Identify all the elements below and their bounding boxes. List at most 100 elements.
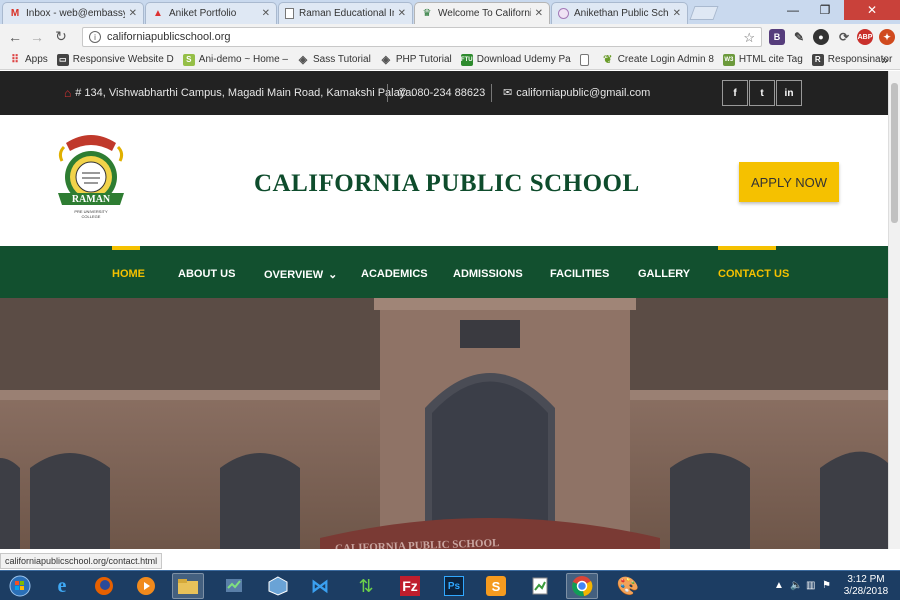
bookmark-php[interactable]: ◈ PHP Tutorial <box>380 54 452 66</box>
bookmark-html-cite[interactable]: W3 HTML cite Tag <box>722 53 803 66</box>
filezilla-icon[interactable]: Fz <box>394 573 426 599</box>
nav-contact-us[interactable]: CONTACT US <box>718 268 789 280</box>
file-explorer-icon[interactable] <box>172 573 204 599</box>
window-close-icon[interactable]: ✕ <box>844 0 900 20</box>
circle-logo-icon <box>558 8 569 19</box>
bookmark-ani-demo[interactable]: S Ani-demo ~ Home – <box>182 53 288 66</box>
phone-info[interactable]: ✆ 080-234 88623 <box>398 86 485 100</box>
apply-now-button[interactable]: APPLY NOW <box>739 162 839 202</box>
photoshop-icon[interactable]: Ps <box>438 573 470 599</box>
address-info: ⌂ # 134, Vishwabharthi Campus, Magadi Ma… <box>64 86 414 100</box>
action-center-flag-icon[interactable]: ⚑ <box>822 580 831 591</box>
bookmark-responsinator[interactable]: R Responsinator <box>811 53 892 66</box>
tab-gmail[interactable]: M Inbox - web@embassyit ✕ <box>2 2 144 24</box>
download-manager-icon[interactable]: ⇅ <box>350 573 382 599</box>
bookmark-apps[interactable]: ⠿ Apps <box>9 54 48 66</box>
start-button[interactable] <box>2 573 38 599</box>
tray-overflow-icon[interactable]: ▲ <box>774 580 784 591</box>
leaf-icon: ❦ <box>603 54 613 66</box>
nav-about-us[interactable]: ABOUT US <box>178 268 235 280</box>
close-icon[interactable]: ✕ <box>673 8 681 19</box>
close-icon[interactable]: ✕ <box>535 8 543 19</box>
system-clock[interactable]: 3:12 PM 3/28/2018 <box>836 574 896 598</box>
bookmark-udemy[interactable]: FTU Download Udemy Pa <box>460 53 571 66</box>
page-scrollbar[interactable] <box>888 71 900 549</box>
bookmark-login-admin[interactable]: ❦ Create Login Admin 8 <box>602 54 714 66</box>
task-manager-icon[interactable] <box>218 573 250 599</box>
volume-icon[interactable]: 🔈 <box>790 580 802 591</box>
chrome-icon[interactable] <box>566 573 598 599</box>
nav-facilities[interactable]: FACILITIES <box>550 268 609 280</box>
adblock-icon[interactable]: ABP <box>857 29 873 45</box>
twitter-icon[interactable]: t <box>749 80 775 106</box>
bookmark-label: PHP Tutorial <box>395 54 452 65</box>
eyedropper-extension-icon[interactable]: ✎ <box>791 29 807 45</box>
active-indicator <box>112 246 140 250</box>
site-header: RAMAN PRE UNIVERSITY COLLEGE CALIFORNIA … <box>0 115 888 246</box>
new-tab-button[interactable] <box>689 6 719 20</box>
refresh-extension-icon[interactable]: ⟳ <box>836 29 852 45</box>
browser-toolbar: ← → ↻ i californiapublicschool.org ☆ B ✎… <box>0 24 900 50</box>
maximize-icon[interactable]: ❐ <box>810 0 840 20</box>
bookmark-label: Download Udemy Pa <box>476 54 571 65</box>
school-name-heading: CALIFORNIA PUBLIC SCHOOL <box>254 170 640 197</box>
apps-grid-icon: ⠿ <box>10 54 20 66</box>
page-icon <box>579 53 589 66</box>
school-logo[interactable]: RAMAN PRE UNIVERSITY COLLEGE <box>52 133 130 232</box>
nav-home[interactable]: HOME <box>112 268 145 280</box>
info-icon[interactable]: i <box>89 31 101 43</box>
back-arrow-icon[interactable]: ← <box>6 28 24 46</box>
tab-raman[interactable]: Raman Educational Instit ✕ <box>278 2 413 24</box>
media-player-icon[interactable] <box>130 573 162 599</box>
email-info[interactable]: ✉ californiapublic@gmail.com <box>503 86 650 100</box>
close-icon[interactable]: ✕ <box>398 8 406 19</box>
tab-portfolio[interactable]: ▲ Aniket Portfolio ✕ <box>145 2 277 24</box>
tab-anikethan[interactable]: Anikethan Public School ✕ <box>551 2 688 24</box>
forward-arrow-icon[interactable]: → <box>28 28 46 46</box>
network-icon[interactable]: ▥ <box>806 580 815 591</box>
bookmark-label: Create Login Admin 8 <box>617 54 714 65</box>
dark-circle-extension-icon[interactable]: ● <box>813 29 829 45</box>
firefox-icon[interactable] <box>88 573 120 599</box>
extension-shield-icon[interactable]: ✦ <box>879 29 895 45</box>
nav-overview[interactable]: OVERVIEW ⌄ <box>264 268 337 281</box>
facebook-icon[interactable]: f <box>722 80 748 106</box>
browser-tab-bar: M Inbox - web@embassyit ✕ ▲ Aniket Portf… <box>0 0 900 24</box>
tab-california[interactable]: ♛ Welcome To California P ✕ <box>414 2 550 24</box>
bookmarks-bar: ⠿ Apps ▭ Responsive Website D S Ani-demo ~ … <box>0 50 900 70</box>
clock-date: 3/28/2018 <box>843 586 889 597</box>
address-bar[interactable]: i californiapublicschool.org ☆ <box>82 27 762 47</box>
scrollbar-thumb[interactable] <box>891 83 898 223</box>
vscode-icon[interactable]: ⋈ <box>304 573 336 599</box>
internet-explorer-icon[interactable]: e <box>46 573 78 599</box>
main-nav: HOME ABOUT US OVERVIEW ⌄ ACADEMICS ADMIS… <box>0 246 888 298</box>
bookmark-star-icon[interactable]: ☆ <box>743 30 755 46</box>
paint-icon[interactable]: 🎨 <box>612 573 644 599</box>
minimize-icon[interactable]: — <box>778 0 808 20</box>
close-icon[interactable]: ✕ <box>262 8 270 19</box>
bookmark-label: HTML cite Tag <box>738 54 803 65</box>
sublime-text-icon[interactable]: S <box>480 573 512 599</box>
bookmarks-overflow[interactable]: » <box>881 53 888 67</box>
virtualbox-icon[interactable] <box>262 573 294 599</box>
nav-academics[interactable]: ACADEMICS <box>361 268 428 280</box>
reload-icon[interactable]: ↻ <box>52 27 70 45</box>
w3-icon: W3 <box>722 53 735 66</box>
close-icon[interactable]: ✕ <box>129 8 137 19</box>
nav-gallery[interactable]: GALLERY <box>638 268 690 280</box>
bookmark-responsive[interactable]: ▭ Responsive Website D <box>56 53 174 66</box>
devices-icon: ▭ <box>56 53 69 66</box>
divider <box>387 84 388 102</box>
notepad-chart-icon[interactable] <box>524 573 556 599</box>
nav-admissions[interactable]: ADMISSIONS <box>453 268 523 280</box>
web-page: ⌂ # 134, Vishwabharthi Campus, Magadi Ma… <box>0 71 888 549</box>
chevron-down-icon: ⌄ <box>328 269 338 281</box>
diamond-icon: ◈ <box>381 54 391 66</box>
hero-image: CALIFORNIA PUBLIC SCHOOL <box>0 298 888 549</box>
linkedin-icon[interactable]: in <box>776 80 802 106</box>
bootstrap-extension-icon[interactable]: B <box>769 29 785 45</box>
bookmark-sass[interactable]: ◈ Sass Tutorial <box>297 54 371 66</box>
bookmark-page[interactable] <box>579 53 593 66</box>
envelope-icon: ✉ <box>503 87 513 99</box>
tab-title: Welcome To California P <box>438 8 531 19</box>
